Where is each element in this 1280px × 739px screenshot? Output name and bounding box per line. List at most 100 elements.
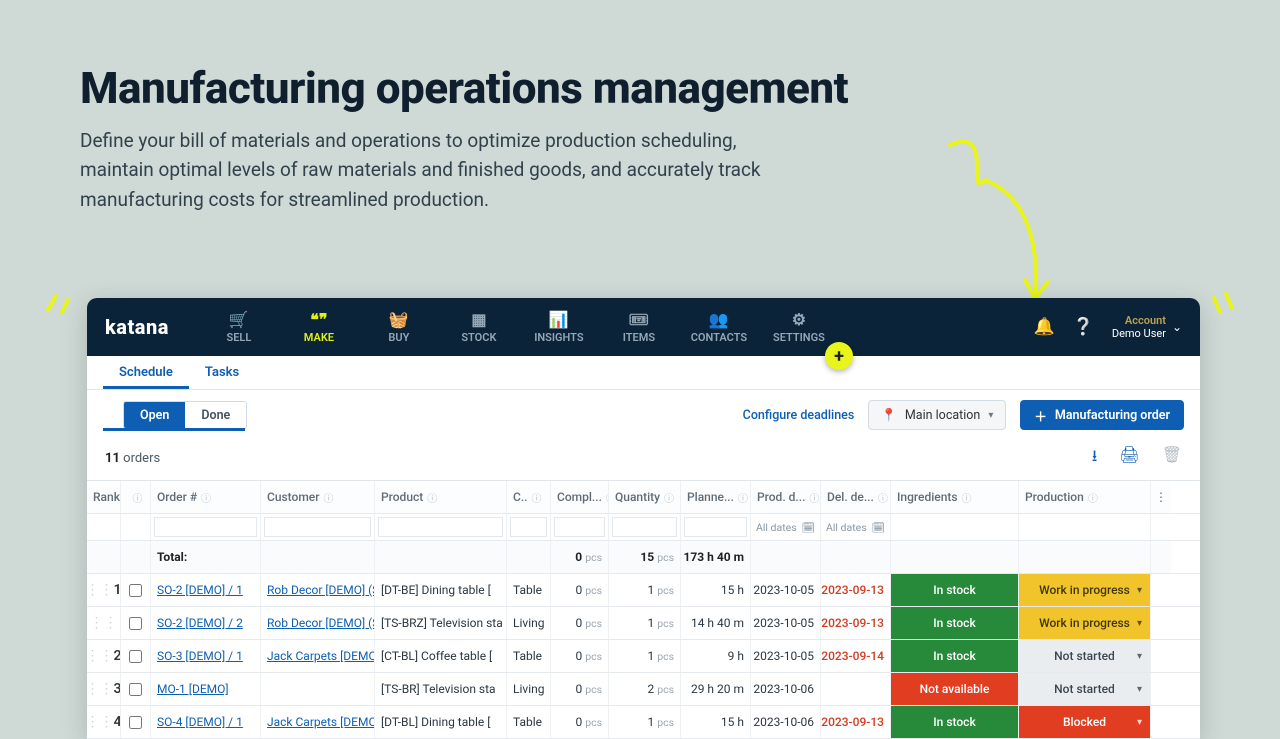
nav-items[interactable]: 🎟ITEMS: [599, 310, 679, 344]
chevron-down-icon[interactable]: ⌄: [1172, 320, 1182, 334]
production-status[interactable]: Not started▾: [1019, 673, 1150, 705]
order-link[interactable]: SO-2 [DEMO] / 1: [157, 583, 243, 597]
row-checkbox[interactable]: [129, 584, 142, 597]
table-row: ⋮⋮ SO-2 [DEMO] / 2 Rob Decor [DEMO] (S0 …: [87, 607, 1200, 640]
row-checkbox[interactable]: [129, 650, 142, 663]
customer-link[interactable]: Jack Carpets [DEMO] (: [261, 640, 375, 672]
drag-handle[interactable]: ⋮⋮ 3: [87, 673, 121, 705]
help-icon[interactable]: ❔: [1073, 317, 1094, 337]
nav-buy[interactable]: 🧺BUY: [359, 310, 439, 344]
row-checkbox[interactable]: [129, 683, 142, 696]
filter-del-date[interactable]: All dates🗓: [824, 521, 887, 534]
location-selector[interactable]: 📍 Main location ▾: [868, 400, 1006, 430]
drag-handle[interactable]: ⋮⋮: [87, 607, 121, 639]
ingredients-status[interactable]: In stock: [891, 574, 1018, 606]
nav-make[interactable]: ❝❞MAKE: [279, 310, 359, 344]
drag-handle[interactable]: ⋮⋮ 2: [87, 640, 121, 672]
nav-sell[interactable]: 🛒SELL: [199, 310, 279, 344]
production-status[interactable]: Work in progress▾: [1019, 607, 1150, 639]
tab-tasks[interactable]: Tasks: [189, 356, 255, 389]
add-button[interactable]: +: [825, 342, 853, 370]
filter-product[interactable]: [378, 517, 503, 537]
filter-bar: Open Done Configure deadlines 📍 Main loc…: [87, 390, 1200, 436]
ingredients-status[interactable]: Not available: [891, 673, 1018, 705]
order-link[interactable]: MO-1 [DEMO]: [157, 682, 229, 696]
pin-icon: 📍: [881, 408, 897, 423]
trash-icon[interactable]: 🗑: [1162, 445, 1182, 472]
chevron-down-icon: ▾: [1137, 684, 1142, 695]
product-text: [DT-BL] Dining table [: [375, 706, 507, 738]
customer-link[interactable]: Rob Decor [DEMO] (S0: [261, 607, 375, 639]
sell-icon: 🛒: [199, 310, 279, 329]
drag-handle[interactable]: ⋮⋮ 1: [87, 574, 121, 606]
ingredients-status[interactable]: In stock: [891, 706, 1018, 738]
insights-icon: 📊: [519, 310, 599, 329]
order-link[interactable]: SO-4 [DEMO] / 1: [157, 715, 243, 729]
filter-qty[interactable]: [612, 517, 677, 537]
nav-settings[interactable]: ⚙SETTINGS: [759, 310, 839, 344]
main-nav: 🛒SELL❝❞MAKE🧺BUY▦STOCK📊INSIGHTS🎟ITEMS👥CON…: [199, 310, 839, 344]
production-status[interactable]: Not started▾: [1019, 640, 1150, 672]
row-checkbox[interactable]: [129, 617, 142, 630]
nav-insights[interactable]: 📊INSIGHTS: [519, 310, 599, 344]
table-header: Rankⓘ ⓘ Order #ⓘ Customerⓘ Productⓘ C..ⓘ…: [87, 481, 1200, 514]
table-row: ⋮⋮ 3 MO-1 [DEMO] [TS-BR] Television sta …: [87, 673, 1200, 706]
account-menu[interactable]: Account Demo User: [1112, 314, 1166, 340]
contacts-icon: 👥: [679, 310, 759, 329]
row-checkbox[interactable]: [129, 716, 142, 729]
nav-stock[interactable]: ▦STOCK: [439, 310, 519, 344]
nav-contacts[interactable]: 👥CONTACTS: [679, 310, 759, 344]
settings-icon: ⚙: [759, 310, 839, 329]
brand-logo: katana: [105, 315, 169, 339]
calendar-icon: 🗓: [872, 521, 885, 534]
new-order-button[interactable]: ＋ Manufacturing order: [1020, 400, 1184, 430]
buy-icon: 🧺: [359, 310, 439, 329]
pill-open[interactable]: Open: [124, 402, 185, 428]
table-filters: All dates🗓 All dates🗓: [87, 514, 1200, 541]
app-window: katana 🛒SELL❝❞MAKE🧺BUY▦STOCK📊INSIGHTS🎟IT…: [87, 298, 1200, 739]
filter-order[interactable]: [154, 517, 257, 537]
filter-compl[interactable]: [554, 517, 605, 537]
order-link[interactable]: SO-3 [DEMO] / 1: [157, 649, 243, 663]
table-row: ⋮⋮ 2 SO-3 [DEMO] / 1 Jack Carpets [DEMO]…: [87, 640, 1200, 673]
accent-left-icon: [44, 290, 72, 314]
customer-link[interactable]: Rob Decor [DEMO] (S0: [261, 574, 375, 606]
chevron-down-icon: ▾: [1137, 717, 1142, 728]
configure-deadlines-link[interactable]: Configure deadlines: [743, 408, 855, 423]
production-status[interactable]: Blocked▾: [1019, 706, 1150, 738]
drag-handle[interactable]: ⋮⋮ 4: [87, 706, 121, 738]
chevron-down-icon: ▾: [1137, 618, 1142, 629]
plus-icon: ＋: [1034, 406, 1047, 425]
meta-bar: 11 orders ⭳ 🖨 🗑: [87, 439, 1200, 480]
chevron-down-icon: ▾: [1137, 651, 1142, 662]
ingredients-status[interactable]: In stock: [891, 640, 1018, 672]
topbar: katana 🛒SELL❝❞MAKE🧺BUY▦STOCK📊INSIGHTS🎟IT…: [87, 298, 1200, 356]
make-icon: ❝❞: [279, 310, 359, 329]
customer-link[interactable]: Jack Carpets [DEMO] (: [261, 706, 375, 738]
customer-link: [261, 673, 375, 705]
production-status[interactable]: Work in progress▾: [1019, 574, 1150, 606]
product-text: [DT-BE] Dining table [: [375, 574, 507, 606]
download-icon[interactable]: ⭳: [1092, 445, 1098, 472]
ingredients-status[interactable]: In stock: [891, 607, 1018, 639]
filter-plan[interactable]: [684, 517, 747, 537]
stock-icon: ▦: [439, 310, 519, 329]
table-totals: Total: 0pcs 15pcs 173 h 40 m: [87, 541, 1200, 574]
print-icon[interactable]: 🖨: [1119, 445, 1139, 472]
filter-customer[interactable]: [264, 517, 371, 537]
chevron-down-icon: ▾: [1137, 585, 1142, 596]
bell-icon[interactable]: 🔔: [1034, 317, 1055, 337]
page-title: Manufacturing operations management: [80, 62, 1200, 114]
status-pill: Open Done: [123, 401, 247, 429]
active-pill-underline: [103, 428, 245, 431]
filter-c[interactable]: [510, 517, 547, 537]
tab-schedule[interactable]: Schedule: [103, 356, 189, 389]
arrow-decoration: [930, 140, 1060, 310]
orders-table: Rankⓘ ⓘ Order #ⓘ Customerⓘ Productⓘ C..ⓘ…: [87, 480, 1200, 739]
pill-done[interactable]: Done: [185, 402, 246, 428]
filter-prod-date[interactable]: All dates🗓: [754, 521, 817, 534]
order-link[interactable]: SO-2 [DEMO] / 2: [157, 616, 243, 630]
column-menu[interactable]: ⋮: [1151, 481, 1171, 513]
page-subtitle: Define your bill of materials and operat…: [80, 126, 800, 214]
items-icon: 🎟: [599, 310, 679, 329]
